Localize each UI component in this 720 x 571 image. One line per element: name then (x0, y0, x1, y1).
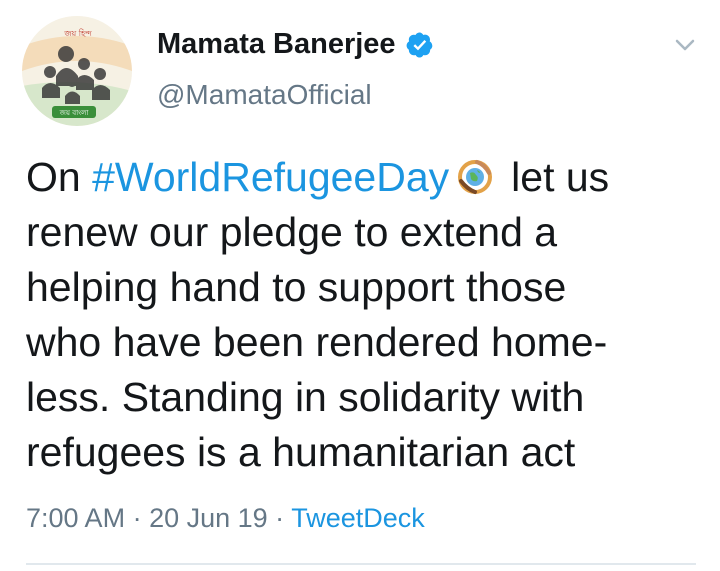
tweet-source-link[interactable]: TweetDeck (291, 503, 425, 533)
globe-hands-emoji (458, 160, 493, 194)
verified-badge-icon (406, 31, 432, 58)
avatar[interactable]: জয় হিন্দ জয় বাংলা (22, 16, 132, 126)
hashtag-link[interactable]: #WorldRefugeeDay (92, 154, 449, 200)
chevron-down-icon[interactable] (670, 30, 700, 60)
author-name[interactable]: Mamata Banerjee (157, 28, 434, 61)
tweet-meta: 7:00 AM · 20 Jun 19 · TweetDeck (26, 503, 425, 533)
tweet-time[interactable]: 7:00 AM (26, 503, 125, 533)
tweet-text-line: less. Standing in solidarity with (26, 374, 585, 420)
avatar-image: জয় হিন্দ জয় বাংলা (22, 16, 132, 126)
author-handle[interactable]: @MamataOfficial (157, 79, 372, 111)
tweet-text-line: refugees is a humanitarian act (26, 429, 576, 475)
author-name-text[interactable]: Mamata Banerjee (157, 28, 396, 61)
divider (26, 563, 696, 565)
tweet-text-line: helping hand to support those (26, 264, 567, 310)
tweet-text-line: On #WorldRefugeeDay let us (26, 154, 610, 200)
tweet-text-line: renew our pledge to extend a (26, 209, 558, 255)
svg-text:জয় হিন্দ: জয় হিন্দ (63, 29, 92, 38)
tweet-text-line: who have been rendered home- (26, 319, 608, 365)
svg-text:জয় বাংলা: জয় বাংলা (59, 109, 90, 117)
tweet-text: On #WorldRefugeeDay let us renew our ple… (26, 150, 706, 480)
tweet-card: জয় হিন্দ জয় বাংলা Mamata Banerjee @Mam… (0, 0, 720, 571)
tweet-date[interactable]: 20 Jun 19 (149, 503, 268, 533)
